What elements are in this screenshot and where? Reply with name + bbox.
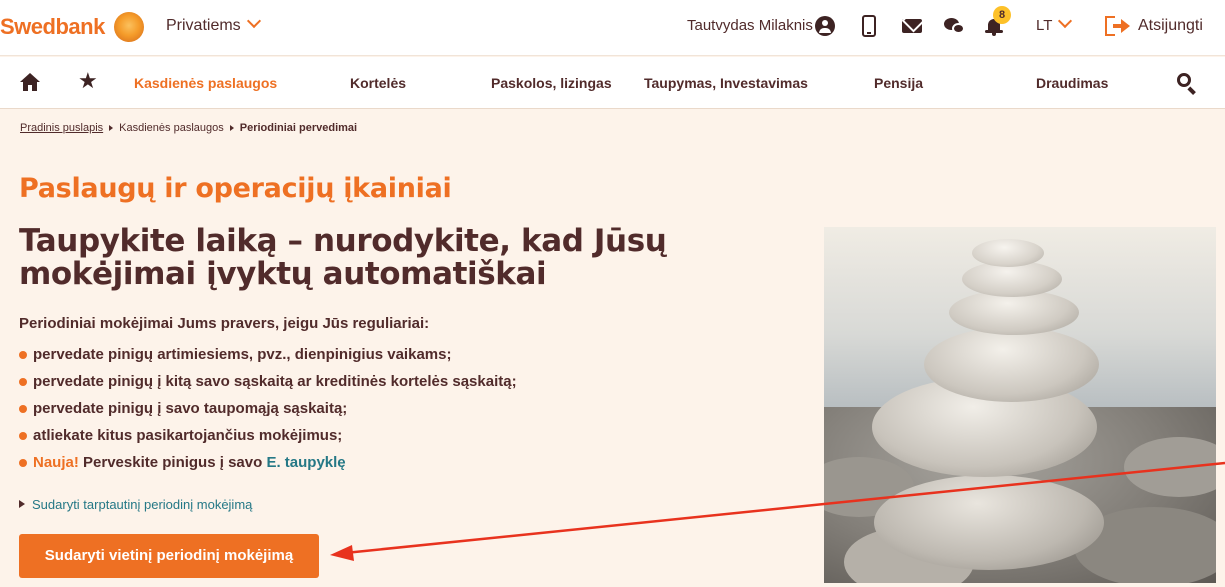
chevron-down-icon	[246, 13, 261, 29]
notification-badge: 8	[993, 6, 1011, 24]
chevron-down-icon	[1058, 13, 1073, 29]
e-taupykle-link[interactable]: E. taupyklę	[266, 454, 345, 471]
language-label: LT	[1036, 17, 1053, 34]
breadcrumb-section: Kasdienės paslaugos	[119, 122, 224, 134]
user-name[interactable]: Tautvydas Milaknis	[687, 17, 813, 34]
nav-item-pensija[interactable]: Pensija	[874, 75, 923, 91]
list-item: atliekate kitus pasikartojančius mokėjim…	[19, 427, 517, 454]
triangle-right-icon	[19, 500, 25, 508]
new-text: Perveskite pinigus į savo	[78, 454, 267, 471]
breadcrumb-home-link[interactable]: Pradinis puslapis	[20, 122, 103, 134]
nav-item-draudimas[interactable]: Draudimas	[1036, 75, 1108, 91]
user-icon[interactable]	[815, 16, 835, 36]
list-item: pervedate pinigų į kitą savo sąskaitą ar…	[19, 373, 517, 400]
international-payment-label: Sudaryti tarptautinį periodinį mokėjimą	[32, 497, 253, 512]
swedbank-logo[interactable]: Swedbank	[0, 14, 105, 40]
logout-link[interactable]: Atsijungti	[1138, 17, 1203, 35]
list-item: pervedate pinigų į savo taupomąją sąskai…	[19, 400, 517, 427]
sun-logo-icon[interactable]	[114, 12, 144, 42]
intro-text: Periodiniai mokėjimai Jums pravers, jeig…	[19, 315, 430, 332]
nav-item-taupymas[interactable]: Taupymas, Investavimas	[644, 75, 808, 91]
page-title: Taupykite laiką – nurodykite, kad Jūsų m…	[19, 223, 667, 292]
create-local-payment-button[interactable]: Sudaryti vietinį periodinį mokėjimą	[19, 534, 319, 578]
nav-item-korteles[interactable]: Kortelės	[350, 75, 406, 91]
nav-item-paskolos[interactable]: Paskolos, lizingas	[491, 75, 612, 91]
breadcrumb-separator-icon	[229, 125, 234, 131]
breadcrumb-current: Periodiniai pervedimai	[239, 122, 358, 134]
search-icon[interactable]	[1177, 73, 1197, 95]
list-item-new: Nauja! Perveskite pinigus į savo E. taup…	[19, 454, 517, 481]
stacked-stones-image	[824, 227, 1216, 583]
phone-icon[interactable]	[862, 15, 876, 37]
segment-selector[interactable]: Privatiems	[166, 13, 261, 35]
star-icon[interactable]: ★	[78, 70, 98, 92]
new-label: Nauja!	[33, 454, 79, 471]
language-selector[interactable]: LT	[1036, 13, 1073, 34]
international-payment-toggle[interactable]: Sudaryti tarptautinį periodinį mokėjimą	[19, 497, 252, 512]
breadcrumb: Pradinis puslapis Kasdienės paslaugos Peri…	[20, 122, 357, 134]
main-nav: ★ Kasdienės paslaugos Kortelės Paskolos,…	[0, 57, 1225, 109]
chat-icon[interactable]	[944, 18, 966, 36]
segment-label: Privatiems	[166, 17, 241, 34]
mail-icon[interactable]	[902, 19, 922, 33]
breadcrumb-separator-icon	[109, 125, 114, 131]
logout-icon[interactable]	[1105, 16, 1131, 36]
home-icon[interactable]	[20, 73, 40, 91]
list-item: pervedate pinigų artimiesiems, pvz., die…	[19, 346, 517, 373]
top-bar: Swedbank Privatiems Tautvydas Milaknis 8…	[0, 0, 1225, 56]
nav-item-kasdienes-paslaugos[interactable]: Kasdienės paslaugos	[134, 75, 277, 91]
section-title: Paslaugų ir operacijų įkainiai	[19, 173, 452, 204]
benefit-list: pervedate pinigų artimiesiems, pvz., die…	[19, 346, 517, 481]
